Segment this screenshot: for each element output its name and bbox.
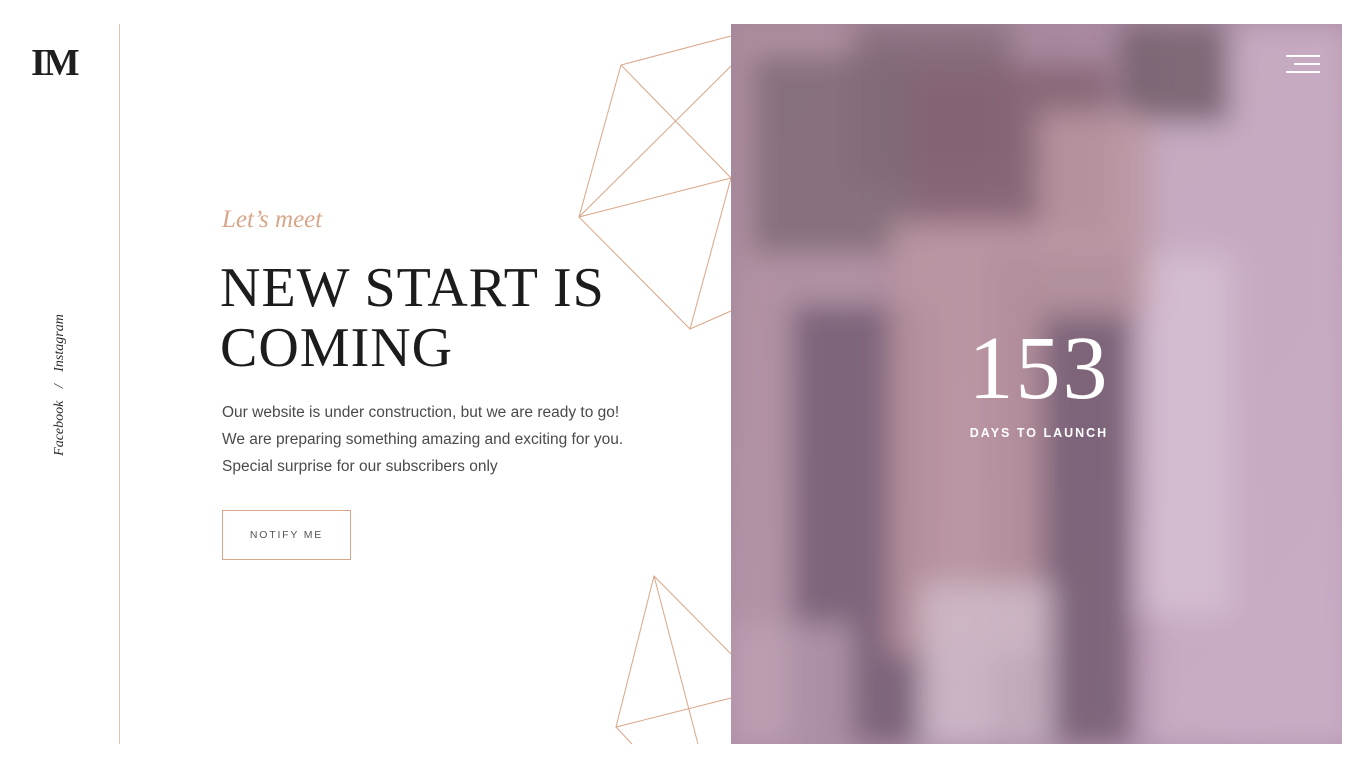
menu-line-bottom <box>1286 71 1320 73</box>
page-description: Our website is under construction, but w… <box>222 404 624 475</box>
notify-me-button[interactable]: NOTIFY ME <box>222 510 351 560</box>
coming-soon-page: IM Facebook / Instagram Let’s meet NEW S… <box>0 0 1366 768</box>
hamburger-menu-icon[interactable] <box>1284 52 1320 76</box>
hero-image-panel: 153 DAYS TO LAUNCH <box>731 24 1342 744</box>
menu-line-top <box>1286 55 1320 57</box>
countdown: 153 DAYS TO LAUNCH <box>731 319 1341 441</box>
eyebrow-text: Let’s meet <box>222 206 323 233</box>
page-title: NEW START IS COMING <box>220 257 605 379</box>
instagram-link[interactable]: Instagram <box>52 314 67 372</box>
brand-logo[interactable]: IM <box>31 44 80 82</box>
facebook-link[interactable]: Facebook <box>52 401 67 456</box>
sidebar-divider <box>119 24 120 744</box>
geometric-line-decoration <box>578 35 732 745</box>
countdown-value: 153 <box>968 319 1110 418</box>
social-separator: / <box>52 384 67 389</box>
countdown-label: DAYS TO LAUNCH <box>969 426 1109 440</box>
social-links: Facebook / Instagram <box>52 314 68 456</box>
menu-line-middle <box>1294 63 1320 65</box>
